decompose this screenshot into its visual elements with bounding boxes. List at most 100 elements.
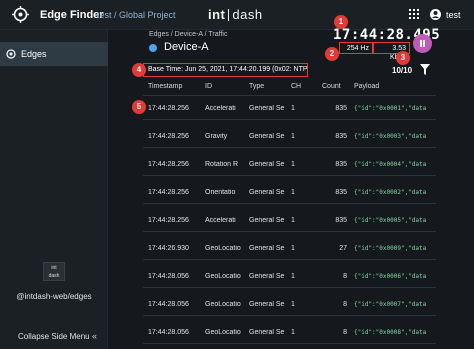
table-row[interactable]: 17:44:28.256 Accelerati General Se 1 835 {"id… bbox=[143, 97, 436, 120]
cell-id: GeoLocatio bbox=[205, 245, 241, 252]
cell-id: Orientatio bbox=[205, 189, 236, 196]
device-title: Device-A bbox=[164, 41, 209, 53]
cell-payload: {"id":"0x0009","data bbox=[354, 245, 427, 252]
column-header-type[interactable]: Type bbox=[249, 83, 264, 90]
cell-count: 8 bbox=[343, 273, 347, 280]
cell-ch: 1 bbox=[291, 189, 295, 196]
cell-payload: {"id":"0x0008","data bbox=[354, 329, 427, 336]
cell-type: General Se bbox=[249, 133, 285, 140]
cell-type: General Se bbox=[249, 273, 285, 280]
column-header-id[interactable]: ID bbox=[205, 83, 212, 90]
cell-ch: 1 bbox=[291, 245, 295, 252]
cell-timestamp: 17:44:28.256 bbox=[148, 105, 189, 112]
cell-type: General Se bbox=[249, 161, 285, 168]
cell-count: 835 bbox=[335, 133, 347, 140]
cell-id: Gravity bbox=[205, 133, 228, 140]
logo-text-bottom: dash bbox=[48, 273, 60, 279]
cell-timestamp: 17:44:28.256 bbox=[148, 133, 189, 140]
cell-count: 27 bbox=[339, 245, 347, 252]
cell-ch: 1 bbox=[291, 301, 295, 308]
cell-count: 835 bbox=[335, 105, 347, 112]
cell-id: GeoLocatio bbox=[205, 301, 241, 308]
cell-payload: {"id":"0x0005","data bbox=[354, 217, 427, 224]
sidebar-item-label: Edges bbox=[21, 49, 47, 59]
cell-count: 8 bbox=[343, 301, 347, 308]
cell-timestamp: 17:44:28.056 bbox=[148, 329, 189, 336]
brand-separator bbox=[228, 9, 230, 21]
intdash-logo: int dash bbox=[43, 262, 65, 281]
package-link[interactable]: @intdash-web/edges bbox=[0, 292, 108, 301]
cell-id: Accelerati bbox=[205, 105, 236, 112]
row-count: 10/10 bbox=[392, 66, 413, 75]
filter-icon[interactable] bbox=[420, 64, 430, 75]
breadcrumb[interactable]: Edges / Device-A / Traffic bbox=[149, 31, 227, 38]
column-header-ch[interactable]: CH bbox=[291, 83, 301, 90]
brand-right: dash bbox=[232, 7, 263, 22]
annotation-marker-2: 2 bbox=[325, 47, 339, 61]
cell-timestamp: 17:44:28.256 bbox=[148, 189, 189, 196]
cell-count: 8 bbox=[343, 329, 347, 336]
cell-payload: {"id":"0x0006","data bbox=[354, 273, 427, 280]
app-logo-icon[interactable] bbox=[12, 6, 29, 23]
cell-payload: {"id":"0x0007","data bbox=[354, 301, 427, 308]
edges-icon bbox=[6, 49, 16, 59]
cell-payload: {"id":"0x0004","data bbox=[354, 161, 427, 168]
cell-ch: 1 bbox=[291, 105, 295, 112]
cell-id: GeoLocatio bbox=[205, 273, 241, 280]
annotation-marker-1: 1 bbox=[334, 15, 348, 29]
cell-timestamp: 17:44:28.056 bbox=[148, 273, 189, 280]
cell-ch: 1 bbox=[291, 133, 295, 140]
cell-id: Accelerati bbox=[205, 217, 236, 224]
brand-logo: int dash bbox=[208, 7, 263, 22]
sidebar-item-edges[interactable]: Edges bbox=[0, 42, 108, 66]
cell-type: General Se bbox=[249, 245, 285, 252]
top-bar: Edge Finder test / Global Project int das… bbox=[0, 0, 474, 30]
base-time: Base Time: Jun 25, 2021, 17:44:20.199 (0… bbox=[143, 63, 308, 77]
logo-text-top: int bbox=[51, 265, 57, 271]
cell-id: Rotation R bbox=[205, 161, 239, 168]
cell-timestamp: 17:44:26.930 bbox=[148, 245, 189, 252]
collapse-side-menu-button[interactable]: Collapse Side Menu bbox=[18, 332, 90, 341]
brand-left: int bbox=[208, 7, 226, 22]
table-row[interactable]: 17:44:28.256 Gravity General Se 1 835 {"id":"… bbox=[143, 125, 436, 148]
column-header-payload[interactable]: Payload bbox=[354, 83, 379, 90]
cell-timestamp: 17:44:28.256 bbox=[148, 217, 189, 224]
cell-timestamp: 17:44:28.056 bbox=[148, 301, 189, 308]
table-row[interactable]: 17:44:28.256 Accelerati General Se 1 835 {"id… bbox=[143, 209, 436, 232]
collapse-chevron-icon[interactable]: « bbox=[92, 331, 97, 341]
cell-type: General Se bbox=[249, 301, 285, 308]
column-header-count[interactable]: Count bbox=[322, 83, 341, 90]
cell-id: GeoLocatio bbox=[205, 329, 241, 336]
side-menu: Edges int dash @intdash-web/edges Collap… bbox=[0, 30, 108, 349]
pause-button[interactable] bbox=[413, 34, 432, 53]
cell-count: 835 bbox=[335, 217, 347, 224]
cell-ch: 1 bbox=[291, 161, 295, 168]
table-header: Timestamp ID Type CH Count Payload bbox=[143, 78, 436, 96]
cell-count: 835 bbox=[335, 161, 347, 168]
rate-hz: 254 Hz bbox=[339, 42, 373, 54]
cell-ch: 1 bbox=[291, 273, 295, 280]
column-header-timestamp[interactable]: Timestamp bbox=[148, 83, 182, 90]
cell-count: 835 bbox=[335, 189, 347, 196]
app-title: Edge Finder bbox=[40, 9, 104, 21]
table-row[interactable]: 17:44:28.256 Orientatio General Se 1 835 {"id… bbox=[143, 181, 436, 204]
cell-payload: {"id":"0x0001","data bbox=[354, 105, 427, 112]
cell-timestamp: 17:44:28.256 bbox=[148, 161, 189, 168]
annotation-marker-3: 3 bbox=[396, 51, 410, 65]
cell-ch: 1 bbox=[291, 329, 295, 336]
device-status-dot bbox=[149, 44, 157, 52]
user-avatar-icon[interactable] bbox=[430, 9, 441, 20]
table-row[interactable]: 17:44:26.930 GeoLocatio General Se 1 27 {"id"… bbox=[143, 237, 436, 260]
cell-type: General Se bbox=[249, 189, 285, 196]
project-selector[interactable]: test / Global Project bbox=[97, 10, 176, 20]
table-row[interactable]: 17:44:28.056 GeoLocatio General Se 1 8 {"id":… bbox=[143, 321, 436, 344]
traffic-table: Timestamp ID Type CH Count Payload 17:44… bbox=[143, 78, 436, 345]
cell-type: General Se bbox=[249, 105, 285, 112]
table-row[interactable]: 17:44:28.056 GeoLocatio General Se 1 8 {"id":… bbox=[143, 293, 436, 316]
apps-grid-icon[interactable] bbox=[409, 9, 419, 19]
user-name[interactable]: test bbox=[446, 10, 461, 20]
table-row[interactable]: 17:44:28.256 Rotation R General Se 1 835 {"id… bbox=[143, 153, 436, 176]
cell-type: General Se bbox=[249, 217, 285, 224]
cell-ch: 1 bbox=[291, 217, 295, 224]
table-row[interactable]: 17:44:28.056 GeoLocatio General Se 1 8 {"id":… bbox=[143, 265, 436, 288]
